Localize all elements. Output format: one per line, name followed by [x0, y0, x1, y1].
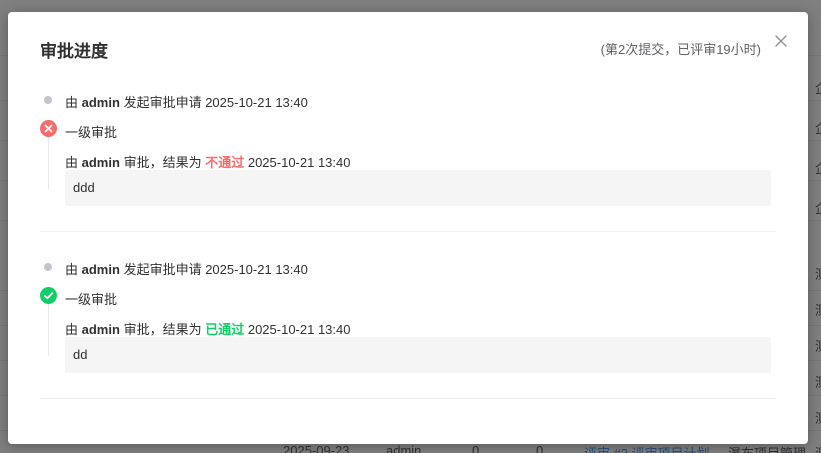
approval-progress-dialog: 审批进度 (第2次提交，已评审19小时) 由 admin 发起审批申请 2025… — [8, 12, 808, 444]
submit-time: 2025-10-21 13:40 — [205, 262, 308, 277]
x-icon — [44, 124, 53, 133]
check-icon — [43, 292, 54, 300]
record-divider — [40, 398, 776, 399]
timeline-dot — [44, 96, 52, 104]
close-button[interactable] — [772, 32, 790, 50]
review-result: 已通过 — [205, 322, 245, 337]
node-name: 一级审批 — [65, 292, 118, 307]
review-user: admin — [81, 322, 120, 337]
record-divider — [40, 231, 776, 232]
submit-time: 2025-10-21 13:40 — [205, 95, 308, 110]
comment-box: dd — [65, 337, 771, 373]
rejected-status — [40, 120, 57, 137]
timeline-line — [48, 296, 49, 356]
submit-user: admin — [81, 262, 120, 277]
comment-text: dd — [73, 347, 88, 362]
timeline-dot — [44, 263, 52, 271]
approval-record: 由 admin 发起审批申请 2025-10-21 13:40 一级审批 由 a… — [40, 92, 776, 214]
review-time: 2025-10-21 13:40 — [247, 155, 351, 170]
close-icon — [775, 35, 787, 47]
approved-status — [40, 287, 57, 304]
node-name: 一级审批 — [65, 125, 118, 140]
dialog-title: 审批进度 — [40, 42, 108, 61]
comment-box: ddd — [65, 170, 771, 206]
review-time: 2025-10-21 13:40 — [247, 322, 351, 337]
review-result: 不通过 — [205, 155, 245, 170]
review-line: 由 admin 审批，结果为 不通过 2025-10-21 13:40 — [65, 155, 351, 170]
dialog-subtitle: (第2次提交，已评审19小时) — [600, 42, 761, 57]
review-line: 由 admin 审批，结果为 已通过 2025-10-21 13:40 — [65, 322, 351, 337]
submit-user: admin — [81, 95, 120, 110]
timeline-line — [48, 129, 49, 189]
approval-record: 由 admin 发起审批申请 2025-10-21 13:40 一级审批 由 a… — [40, 259, 776, 381]
review-user: admin — [81, 155, 120, 170]
submit-line: 由 admin 发起审批申请 2025-10-21 13:40 — [65, 95, 308, 110]
comment-text: ddd — [73, 180, 95, 195]
submit-line: 由 admin 发起审批申请 2025-10-21 13:40 — [65, 262, 308, 277]
